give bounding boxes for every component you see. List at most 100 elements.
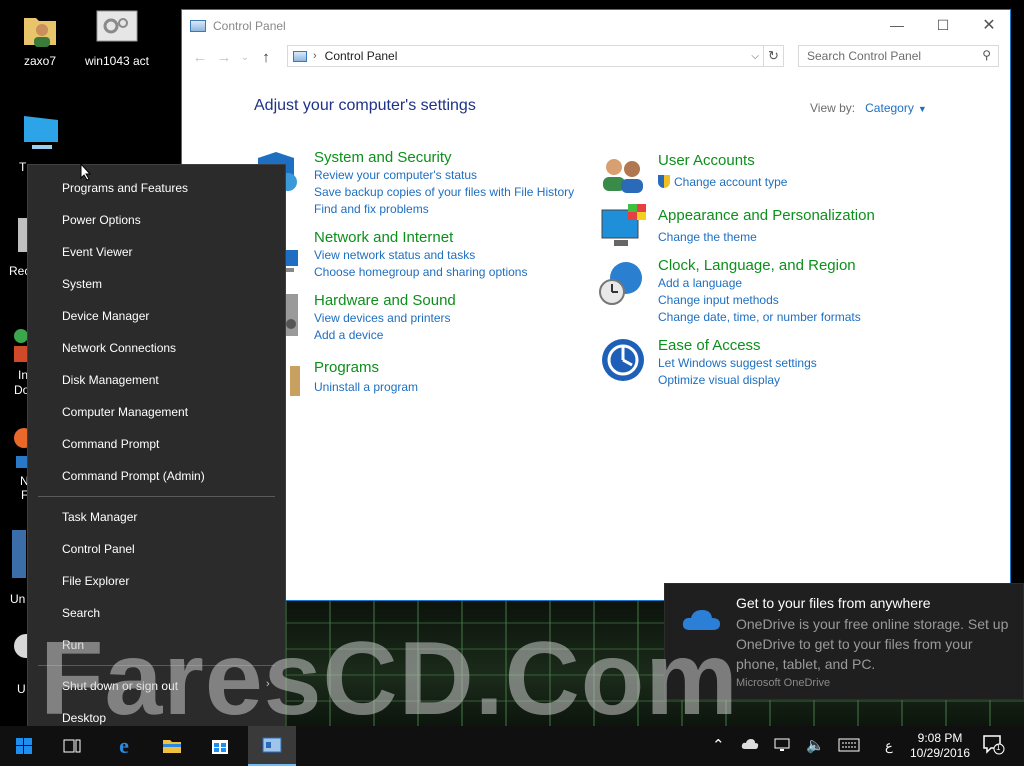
- desktop-icon-win1043[interactable]: win1043 act: [82, 10, 152, 68]
- installer-icon[interactable]: [10, 530, 26, 585]
- category-link[interactable]: Add a language: [658, 275, 861, 292]
- menu-item-run[interactable]: Run: [62, 635, 84, 655]
- control-panel-icon: [262, 737, 282, 753]
- menu-item-power-options[interactable]: Power Options: [62, 210, 141, 230]
- store-button[interactable]: [196, 726, 244, 766]
- menu-item-system[interactable]: System: [62, 274, 102, 294]
- menu-item-disk-management[interactable]: Disk Management: [62, 370, 159, 390]
- recent-locations-icon[interactable]: ⌄: [236, 52, 254, 63]
- navigation-bar: ← → ⌄ ↑ › Control Panel ⌵ ↻ Search Contr…: [182, 41, 1010, 73]
- category-hardware-sound: Hardware and Sound View devices and prin…: [314, 292, 456, 344]
- menu-item-file-explorer[interactable]: File Explorer: [62, 571, 129, 591]
- up-arrow-icon[interactable]: ↑: [254, 49, 278, 66]
- category-title[interactable]: User Accounts: [658, 152, 787, 170]
- task-view-icon: [63, 739, 81, 753]
- notification-icon: [983, 735, 1005, 755]
- category-link[interactable]: Review your computer's status: [314, 167, 574, 184]
- menu-item-command-prompt[interactable]: Command Prompt: [62, 434, 159, 454]
- forward-arrow-icon[interactable]: →: [212, 49, 236, 66]
- menu-item-event-viewer[interactable]: Event Viewer: [62, 242, 132, 262]
- edge-button[interactable]: e: [100, 726, 148, 766]
- category-title[interactable]: Programs: [314, 359, 418, 377]
- store-icon: [212, 740, 228, 754]
- category-link-text: Change account type: [674, 175, 788, 189]
- menu-item-control-panel[interactable]: Control Panel: [62, 539, 135, 559]
- close-button[interactable]: ✕: [966, 10, 1012, 40]
- category-link[interactable]: Let Windows suggest settings: [658, 355, 817, 372]
- control-panel-taskbar-button[interactable]: [248, 726, 296, 766]
- touch-keyboard-icon[interactable]: [838, 738, 860, 755]
- category-title[interactable]: System and Security: [314, 149, 574, 167]
- ease-of-access-icon: [600, 337, 646, 383]
- category-link[interactable]: View devices and printers: [314, 310, 456, 327]
- menu-item-search[interactable]: Search: [62, 603, 100, 623]
- this-pc-icon[interactable]: [18, 112, 62, 161]
- category-link[interactable]: Uninstall a program: [314, 379, 418, 396]
- desktop-icon-zaxo7[interactable]: zaxo7: [5, 10, 75, 68]
- category-link[interactable]: Change input methods: [658, 292, 861, 309]
- volume-icon[interactable]: 🔈: [806, 736, 825, 754]
- menu-item-command-prompt-admin[interactable]: Command Prompt (Admin): [62, 466, 205, 486]
- onedrive-notification[interactable]: Get to your files from anywhere OneDrive…: [664, 583, 1024, 700]
- category-link[interactable]: Change date, time, or number formats: [658, 309, 861, 326]
- category-title[interactable]: Hardware and Sound: [314, 292, 456, 310]
- menu-item-task-manager[interactable]: Task Manager: [62, 507, 137, 527]
- menu-item-network-connections[interactable]: Network Connections: [62, 338, 176, 358]
- category-link[interactable]: Change account type: [658, 174, 787, 191]
- onedrive-tray-icon[interactable]: [741, 738, 759, 753]
- clock-time: 9:08 PM: [917, 731, 963, 745]
- category-link[interactable]: Change the theme: [658, 229, 875, 246]
- category-title[interactable]: Ease of Access: [658, 337, 817, 355]
- title-bar[interactable]: Control Panel — ☐ ✕: [182, 10, 1010, 41]
- chevron-down-icon[interactable]: ▼: [918, 104, 927, 114]
- input-language-indicator[interactable]: ع: [885, 738, 893, 754]
- search-icon[interactable]: ⚲: [982, 48, 991, 62]
- menu-item-computer-management[interactable]: Computer Management: [62, 402, 188, 422]
- category-title[interactable]: Appearance and Personalization: [658, 207, 875, 225]
- minimize-button[interactable]: —: [874, 10, 920, 40]
- show-hidden-icons-chevron[interactable]: ⌃: [712, 736, 725, 754]
- category-title[interactable]: Clock, Language, and Region: [658, 257, 861, 275]
- onedrive-cloud-icon: [680, 606, 722, 637]
- category-title[interactable]: Network and Internet: [314, 229, 527, 247]
- start-button[interactable]: [0, 726, 48, 766]
- notification-body: OneDrive is your free online storage. Se…: [736, 616, 1009, 672]
- view-by-dropdown[interactable]: Category: [865, 101, 914, 115]
- category-link[interactable]: View network status and tasks: [314, 247, 527, 264]
- clock[interactable]: 9:08 PM 10/29/2016: [906, 731, 974, 761]
- search-input[interactable]: Search Control Panel ⚲: [798, 45, 999, 67]
- category-link[interactable]: Find and fix problems: [314, 201, 574, 218]
- breadcrumb-control-panel[interactable]: Control Panel: [325, 49, 398, 63]
- menu-item-device-manager[interactable]: Device Manager: [62, 306, 149, 326]
- category-appearance: Appearance and Personalization Change th…: [658, 207, 875, 246]
- chevron-down-icon[interactable]: ⌵: [751, 51, 759, 62]
- edge-icon: e: [119, 733, 129, 758]
- chevron-right-icon: ›: [266, 678, 270, 690]
- clock-date: 10/29/2016: [909, 746, 971, 760]
- refresh-icon[interactable]: ↻: [763, 45, 783, 67]
- back-arrow-icon[interactable]: ←: [188, 49, 212, 66]
- view-by-control: View by: Category ▼: [810, 101, 927, 115]
- category-link[interactable]: Save backup copies of your files with Fi…: [314, 184, 574, 201]
- category-link[interactable]: Add a device: [314, 327, 456, 344]
- menu-divider: [38, 665, 275, 666]
- menu-item-shut-down[interactable]: Shut down or sign out: [62, 676, 178, 696]
- notification-title: Get to your files from anywhere: [736, 595, 931, 611]
- file-explorer-button[interactable]: [148, 726, 196, 766]
- disc-icon[interactable]: [14, 632, 38, 677]
- network-tray-icon[interactable]: [774, 738, 792, 755]
- view-by-label: View by:: [810, 101, 856, 115]
- address-bar[interactable]: › Control Panel ⌵ ↻: [287, 45, 784, 67]
- task-view-button[interactable]: [48, 726, 96, 766]
- maximize-button[interactable]: ☐: [920, 10, 966, 40]
- action-center-button[interactable]: 1: [983, 735, 1005, 758]
- users-icon: [600, 155, 646, 201]
- firefox-icon[interactable]: [14, 426, 34, 475]
- desktop-icon-label: zaxo7: [23, 54, 57, 68]
- category-user-accounts: User Accounts Change account type: [658, 152, 787, 191]
- category-link[interactable]: Optimize visual display: [658, 372, 817, 389]
- breadcrumb-chevron-icon[interactable]: ›: [313, 50, 317, 62]
- category-link[interactable]: Choose homegroup and sharing options: [314, 264, 527, 281]
- menu-item-desktop[interactable]: Desktop: [62, 708, 106, 728]
- app-shortcut-icon[interactable]: [14, 326, 28, 369]
